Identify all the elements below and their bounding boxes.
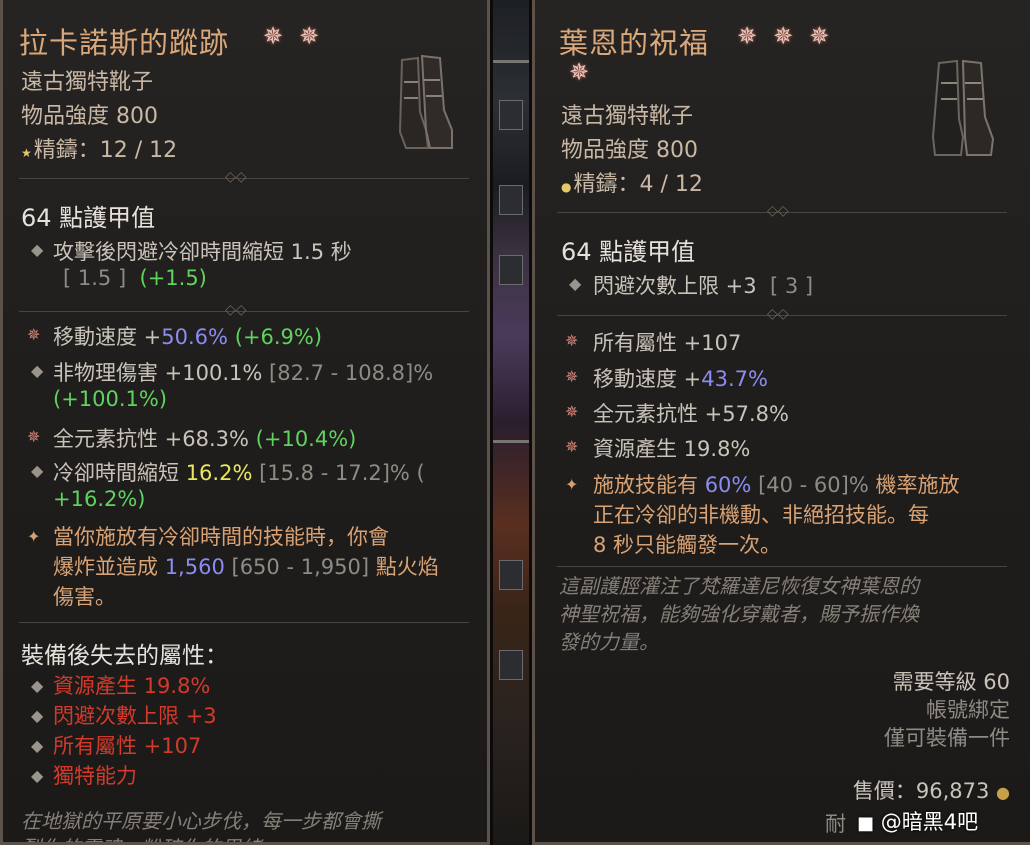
item-tooltip-compared: 葉恩的祝福 ✵ ✵ ✵ ✵ 遠古獨特靴子 物品強度 800 ●精鑄：4 / 12 ◇… xyxy=(532,0,1030,845)
inventory-slot[interactable] xyxy=(499,650,523,680)
star-icon: ✵ xyxy=(299,22,320,50)
divider-ornament: ◇◇ xyxy=(225,302,247,318)
aspect-line-2: 爆炸並造成 1,560 [650 - 1,950] 點火焰 xyxy=(53,555,439,579)
flavor-text: 這副護脛灌注了梵羅達尼恢復女神葉恩的 xyxy=(559,574,919,598)
aspect-line-1: 施放技能有 60% [40 - 60]% 機率施放 xyxy=(593,473,960,497)
bullet-icon: ◆ xyxy=(31,361,44,380)
affix-movement-speed: 移動速度 +50.6% (+6.9%) xyxy=(53,325,323,349)
item-power: 物品強度 800 xyxy=(561,138,698,163)
gold-icon: ● xyxy=(996,783,1010,802)
item-title: 葉恩的祝福 xyxy=(559,26,710,60)
lost-stat: 資源產生 19.8% xyxy=(53,674,211,698)
temper-icon: ★ xyxy=(21,146,32,160)
star-icon: ✵ xyxy=(809,22,830,50)
implicit-affix: 閃避次數上限 +3 [ 3 ] xyxy=(593,274,814,298)
bullet-icon: ◆ xyxy=(31,766,44,785)
bullet-icon: ◆ xyxy=(31,240,44,259)
greater-affix-icon: ✵ xyxy=(565,437,579,456)
account-bound: 帳號綁定 xyxy=(926,698,1010,722)
bullet-icon: ◆ xyxy=(31,706,44,725)
affix-movement-speed: 移動速度 +43.7% xyxy=(593,367,768,391)
section-divider xyxy=(557,566,1007,567)
item-type: 遠古獨特靴子 xyxy=(21,70,154,95)
bullet-icon: ◆ xyxy=(31,676,44,695)
greater-affix-icon: ✵ xyxy=(27,325,41,344)
temper-icon: ● xyxy=(561,180,572,194)
affix-delta: +16.2%) xyxy=(53,487,146,511)
aspect-line-2: 正在冷卻的非機動、非絕招技能。每 xyxy=(593,503,929,527)
greater-affix-icon: ✵ xyxy=(565,402,579,421)
durability-label: 耐 xyxy=(825,812,846,836)
aspect-line-3: 傷害。 xyxy=(53,585,116,609)
affix-cooldown-reduction: 冷卻時間縮短 16.2% [15.8 - 17.2]% ( xyxy=(53,461,425,485)
inventory-slot[interactable] xyxy=(499,100,523,130)
sell-price: 售價：96,873 ● xyxy=(852,779,1010,803)
strip-divider xyxy=(493,440,529,443)
flavor-text: 神聖祝福，能夠強化穿戴者，賜予振作煥 xyxy=(559,602,919,626)
greater-affix-icon: ✵ xyxy=(565,331,579,350)
inventory-slot[interactable] xyxy=(499,185,523,215)
flavor-text: 裂你的靈魂，粉碎你的思緒。 xyxy=(21,832,281,842)
bullet-icon: ◆ xyxy=(569,274,582,293)
affix-delta: (+100.1%) xyxy=(53,387,168,411)
section-divider xyxy=(19,622,469,623)
ancestral-stars: ✵ ✵ ✵ xyxy=(737,22,845,50)
implicit-range: [ 1.5 ] (+1.5) xyxy=(63,266,207,290)
boots-icon xyxy=(398,54,453,149)
ancestral-stars: ✵ ✵ xyxy=(263,22,335,50)
affix-resource-generation: 資源產生 19.8% xyxy=(593,437,751,461)
bullet-icon: ◆ xyxy=(31,736,44,755)
flavor-text: 發的力量。 xyxy=(559,630,659,654)
divider-ornament: ◇◇ xyxy=(225,169,247,185)
item-power: 物品強度 800 xyxy=(21,104,158,129)
aspect-icon: ✦ xyxy=(565,475,579,494)
flavor-text: 在地獄的平原要小心步伐，每一步都會撕 xyxy=(21,809,381,833)
greater-affix-icon: ✵ xyxy=(27,427,41,446)
aspect-icon: ✦ xyxy=(27,527,41,546)
implicit-affix: 攻擊後閃避冷卻時間縮短 1.5 秒 xyxy=(53,240,352,264)
watermark-logo-icon: ■ xyxy=(857,813,875,834)
boots-icon xyxy=(931,59,995,156)
affix-non-physical-damage: 非物理傷害 +100.1% [82.7 - 108.8]% xyxy=(53,361,434,385)
armor-value: 64 點護甲值 xyxy=(21,204,156,232)
temper-count: ★精鑄：12 / 12 xyxy=(21,138,178,163)
star-icon: ✵ xyxy=(773,22,794,50)
star-icon: ✵ xyxy=(737,22,758,50)
star-icon: ✵ xyxy=(569,58,590,86)
bullet-icon: ◆ xyxy=(31,461,44,480)
lost-stat: 獨特能力 xyxy=(53,764,137,788)
inventory-slot[interactable] xyxy=(499,255,523,285)
strip-divider xyxy=(493,60,529,63)
inventory-slot[interactable] xyxy=(499,560,523,590)
divider-ornament: ◇◇ xyxy=(767,203,789,219)
divider-ornament: ◇◇ xyxy=(767,306,789,322)
affix-all-resist: 全元素抗性 +68.3% (+10.4%) xyxy=(53,427,357,451)
required-level: 需要等級 60 xyxy=(892,670,1010,694)
greater-affix-icon: ✵ xyxy=(565,367,579,386)
lost-stats-header: 裝備後失去的屬性： xyxy=(21,643,228,669)
star-icon: ✵ xyxy=(263,22,284,50)
lost-stat: 閃避次數上限 +3 xyxy=(53,704,217,728)
aspect-line-1: 當你施放有冷卻時間的技能時，你會 xyxy=(53,525,389,549)
item-tooltip-equipped: 拉卡諾斯的蹤跡 ✵ ✵ 遠古獨特靴子 物品強度 800 ★精鑄：12 / 12 ◇… xyxy=(0,0,490,845)
watermark-text: ■ @暗黑4吧 xyxy=(857,810,979,834)
lost-stat: 所有屬性 +107 xyxy=(53,734,202,758)
inventory-strip xyxy=(493,0,529,845)
affix-all-resist: 全元素抗性 +57.8% xyxy=(593,402,789,426)
item-title: 拉卡諾斯的蹤跡 xyxy=(19,26,230,60)
armor-value: 64 點護甲值 xyxy=(561,238,696,266)
temper-count: ●精鑄：4 / 12 xyxy=(561,172,703,197)
ancestral-stars: ✵ xyxy=(569,58,605,86)
unique-equip: 僅可裝備一件 xyxy=(884,726,1010,750)
aspect-line-3: 8 秒只能觸發一次。 xyxy=(593,533,782,557)
item-type: 遠古獨特靴子 xyxy=(561,104,694,129)
affix-all-stats: 所有屬性 +107 xyxy=(593,331,742,355)
